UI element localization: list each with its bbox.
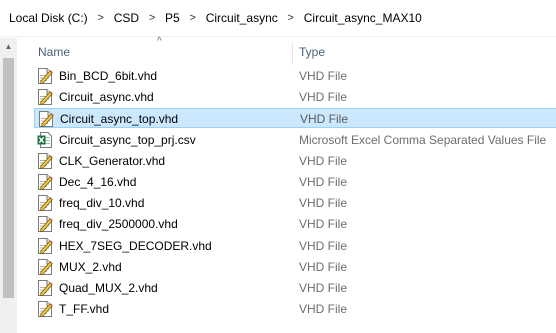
breadcrumb-separator-chevron-icon[interactable]: > (182, 12, 204, 24)
file-list-item[interactable]: T_FF.vhd VHD File (34, 299, 556, 319)
file-type: Microsoft Excel Comma Separated Values F… (299, 132, 547, 147)
vhd-file-icon (37, 67, 53, 85)
file-name: T_FF.vhd (59, 302, 110, 317)
vhd-file-icon (37, 215, 53, 233)
file-type: VHD File (299, 281, 348, 295)
file-type: VHD File (299, 69, 348, 83)
file-name: Circuit_async_top.vhd (60, 112, 179, 127)
excel-csv-icon (37, 131, 53, 149)
vhd-file-icon (38, 110, 54, 128)
column-header-row: Name Type (30, 43, 556, 65)
file-type: VHD File (299, 259, 348, 274)
file-list-item[interactable]: freq_div_10.vhd VHD File (34, 193, 556, 213)
file-list-item[interactable]: CLK_Generator.vhd VHD File (34, 151, 556, 171)
vhd-file-icon (37, 194, 53, 212)
column-header-type[interactable]: Type (299, 45, 325, 59)
vertical-scrollbar[interactable]: ▲ (0, 38, 17, 333)
file-name: Quad_MUX_2.vhd (59, 281, 158, 295)
file-name: Circuit_async.vhd (59, 90, 154, 105)
file-name: MUX_2.vhd (59, 259, 122, 274)
file-type: VHD File (299, 175, 348, 189)
file-list-item[interactable]: Dec_4_16.vhd VHD File (34, 172, 556, 192)
scrollbar-thumb[interactable] (3, 58, 14, 298)
file-name: freq_div_2500000.vhd (59, 217, 178, 232)
breadcrumb-item[interactable]: Circuit_async (204, 11, 280, 25)
file-type: VHD File (299, 153, 348, 168)
file-list-item[interactable]: Bin_BCD_6bit.vhd VHD File (34, 66, 556, 86)
breadcrumb-item[interactable]: Circuit_async_MAX10 (302, 11, 424, 25)
breadcrumb-separator-chevron-icon[interactable]: > (280, 12, 302, 24)
breadcrumb-item[interactable]: P5 (163, 11, 182, 25)
file-list-item[interactable]: freq_div_2500000.vhd VHD File (34, 214, 556, 234)
file-type: VHD File (299, 238, 348, 253)
file-type: VHD File (299, 302, 348, 317)
file-list-item[interactable]: Circuit_async_top_prj.csv Microsoft Excel… (34, 130, 556, 150)
breadcrumb-separator-chevron-icon[interactable]: > (90, 12, 112, 24)
scroll-up-arrow-icon[interactable]: ▲ (0, 38, 17, 54)
divider (0, 36, 556, 37)
vhd-file-icon (37, 237, 53, 255)
column-divider[interactable] (292, 43, 293, 65)
file-name: Circuit_async_top_prj.csv (59, 132, 196, 147)
file-name: Dec_4_16.vhd (59, 175, 137, 189)
file-name: freq_div_10.vhd (59, 196, 145, 211)
file-type: VHD File (299, 196, 348, 211)
vhd-file-icon (37, 258, 53, 276)
vhd-file-icon (37, 173, 53, 191)
vhd-file-icon (37, 300, 53, 318)
file-name: Bin_BCD_6bit.vhd (59, 69, 158, 83)
breadcrumb-item[interactable]: CSD (112, 11, 141, 25)
breadcrumb: Local Disk (C:) > CSD > P5 > Circuit_async > Cir… (0, 0, 556, 36)
vhd-file-icon (37, 279, 53, 297)
file-name: CLK_Generator.vhd (59, 153, 166, 168)
file-list-item[interactable]: HEX_7SEG_DECODER.vhd VHD File (34, 236, 556, 256)
file-type: VHD File (300, 112, 349, 127)
vhd-file-icon (37, 88, 53, 106)
file-list-item[interactable]: Circuit_async_top.vhd VHD File (34, 108, 556, 129)
file-type: VHD File (299, 217, 348, 232)
column-header-name[interactable]: Name (38, 45, 70, 59)
breadcrumb-separator-chevron-icon[interactable]: > (141, 12, 163, 24)
vhd-file-icon (37, 152, 53, 170)
file-list-item[interactable]: Quad_MUX_2.vhd VHD File (34, 278, 556, 298)
file-list-item[interactable]: MUX_2.vhd VHD File (34, 257, 556, 277)
file-list-item[interactable]: Circuit_async.vhd VHD File (34, 87, 556, 107)
file-name: HEX_7SEG_DECODER.vhd (59, 238, 212, 253)
file-type: VHD File (299, 90, 348, 105)
breadcrumb-item[interactable]: Local Disk (C:) (7, 11, 90, 25)
